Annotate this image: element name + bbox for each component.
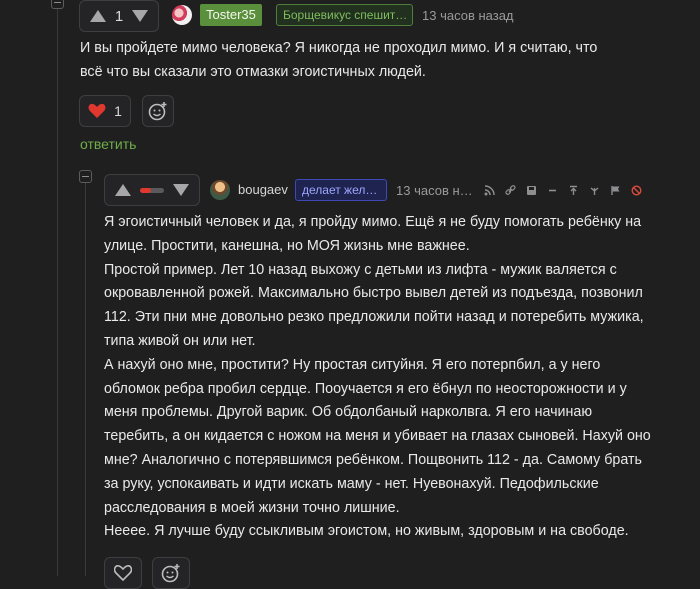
username[interactable]: Toster35: [200, 4, 262, 26]
collapse-thread-button[interactable]: [51, 0, 64, 9]
emoji-add-icon: [161, 563, 181, 583]
emoji-add-icon: [148, 101, 168, 121]
comment-paragraph: Простой пример. Лет 10 назад выхожу с де…: [104, 261, 644, 349]
thread-line: [85, 170, 86, 576]
avatar[interactable]: [210, 180, 230, 200]
comment-time[interactable]: 13 часов назад: [422, 8, 514, 23]
rss-icon[interactable]: [483, 184, 496, 197]
add-reaction-button[interactable]: [152, 557, 190, 589]
like-count: 1: [114, 103, 122, 119]
report-flag-icon[interactable]: [609, 184, 622, 197]
link-icon[interactable]: [504, 184, 517, 197]
comment-text: И вы пройдете мимо человека? Я никогда н…: [80, 37, 620, 85]
scroll-to-top-icon[interactable]: [567, 184, 580, 197]
comment-text: Я эгоистичный человек и да, я пройду мим…: [104, 211, 652, 544]
reply-link[interactable]: ответить: [80, 136, 136, 152]
vote-count: 1: [114, 7, 124, 25]
comment-toolbar: [483, 184, 643, 197]
rating-bar-fill: [140, 187, 151, 193]
thread-line: [57, 0, 58, 576]
downvote-icon[interactable]: [132, 10, 148, 22]
rating-bar: [140, 187, 164, 193]
downvote-icon[interactable]: [173, 184, 189, 196]
username[interactable]: bougaev: [238, 182, 288, 197]
user-status-badge: Борщевикус спешит…: [276, 4, 413, 26]
comment-paragraph: Я эгоистичный человек и да, я пройду мим…: [104, 214, 642, 254]
upvote-icon[interactable]: [90, 10, 106, 22]
minus-icon[interactable]: [546, 184, 559, 197]
block-icon[interactable]: [630, 184, 643, 197]
comment-paragraph: И вы пройдете мимо человека? Я никогда н…: [80, 40, 598, 80]
upvote-icon[interactable]: [115, 184, 131, 196]
avatar[interactable]: [172, 5, 192, 25]
save-icon[interactable]: [525, 184, 538, 197]
comment-time[interactable]: 13 часов н…: [396, 183, 473, 198]
heart-icon: [88, 103, 106, 119]
collapse-thread-button[interactable]: [79, 170, 92, 183]
vote-widget: 1: [79, 0, 159, 32]
comment-paragraph: А нахуй оно мне, простити? Ну простая си…: [104, 356, 651, 516]
vote-widget: [104, 174, 200, 206]
like-button[interactable]: [104, 557, 142, 589]
branch-icon[interactable]: [588, 184, 601, 197]
like-button[interactable]: 1: [79, 95, 131, 127]
add-reaction-button[interactable]: [142, 95, 174, 127]
user-status-badge: делает жел…: [295, 179, 387, 201]
comment-paragraph: Нееее. Я лучше буду ссыкливым эгоистом, …: [104, 523, 629, 540]
heart-outline-icon: [114, 565, 132, 581]
